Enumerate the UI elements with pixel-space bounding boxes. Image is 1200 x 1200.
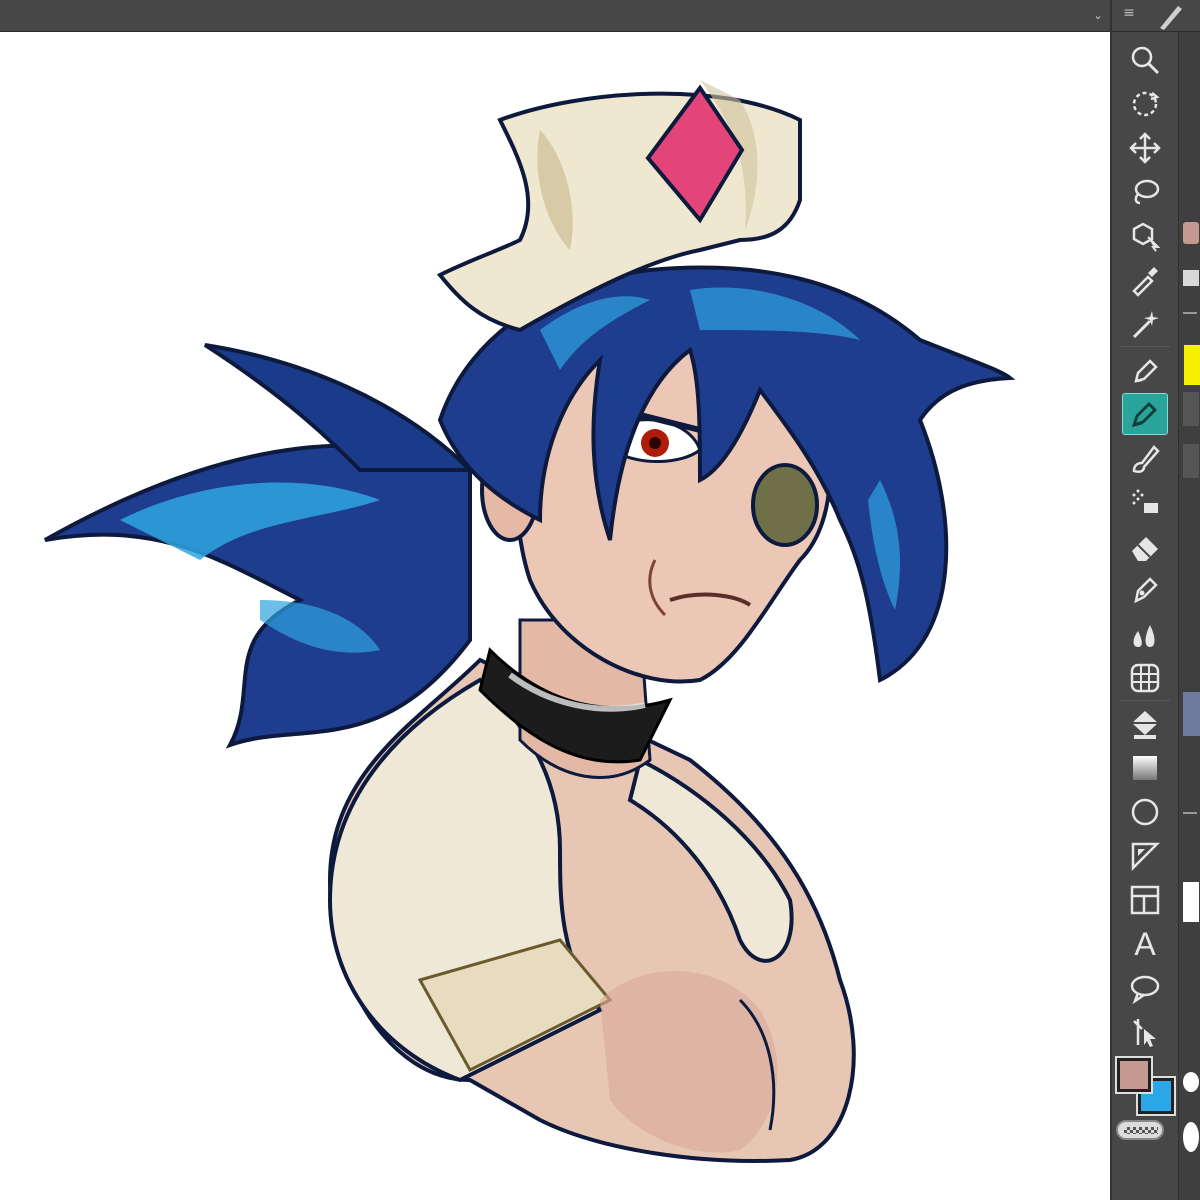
text-icon[interactable]: A [1123,924,1167,964]
color-swatch[interactable] [1183,222,1199,244]
object-select-icon[interactable] [1123,216,1167,256]
pen-nib-icon[interactable] [1122,393,1168,435]
panel-slot[interactable] [1183,692,1200,736]
drawing-canvas[interactable] [0,32,1110,1200]
panel-knob[interactable] [1183,1122,1199,1152]
move-icon[interactable] [1123,128,1167,168]
magic-wand-icon[interactable] [1123,304,1167,344]
brush-icon[interactable] [1123,438,1167,478]
tool-palette: A [1110,32,1178,1200]
rotate-icon[interactable] [1123,84,1167,124]
zoom-icon[interactable] [1123,40,1167,80]
ruler-icon[interactable] [1123,836,1167,876]
pen-icon[interactable] [1123,350,1167,390]
text-tool-glyph: A [1134,926,1156,962]
divider [1120,346,1170,347]
chevron-down-icon[interactable]: ⌄ [1088,6,1108,26]
sub-tool-item[interactable] [1183,444,1199,478]
main-color-chip[interactable] [1115,1056,1153,1094]
divider [1110,0,1112,32]
panel-grip [1183,812,1197,814]
sub-tool-highlight[interactable] [1183,344,1200,386]
frame-border-icon[interactable] [1123,880,1167,920]
decoration-pen-icon[interactable] [1123,570,1167,610]
hamburger-icon[interactable]: ≡ [1118,2,1140,24]
gradient-icon[interactable] [1123,748,1167,788]
eyedropper-icon[interactable] [1123,260,1167,300]
panel-slot[interactable] [1183,882,1199,922]
title-bar: ⌄ ≡ [0,0,1200,32]
sub-tool-item[interactable] [1183,392,1199,426]
panel-button[interactable] [1183,270,1199,286]
transparency-icon[interactable] [1116,1120,1164,1140]
perspective-grid-icon[interactable] [1123,658,1167,698]
lasso-select-icon[interactable] [1123,172,1167,212]
airbrush-icon[interactable] [1123,482,1167,522]
brush-icon[interactable] [1150,0,1190,32]
panel-knob[interactable] [1183,1072,1199,1092]
eraser-icon[interactable] [1123,526,1167,566]
circle-icon[interactable] [1123,792,1167,832]
speech-balloon-icon[interactable] [1123,968,1167,1008]
checker-pattern [1124,1127,1158,1134]
correct-line-icon[interactable] [1123,1012,1167,1052]
side-panel-edge [1178,32,1200,1200]
fill-bucket-icon[interactable] [1123,704,1167,744]
artwork-illustration [44,80,1016,1163]
divider [1120,700,1170,701]
panel-grip [1183,312,1197,314]
blend-icon[interactable] [1123,614,1167,654]
